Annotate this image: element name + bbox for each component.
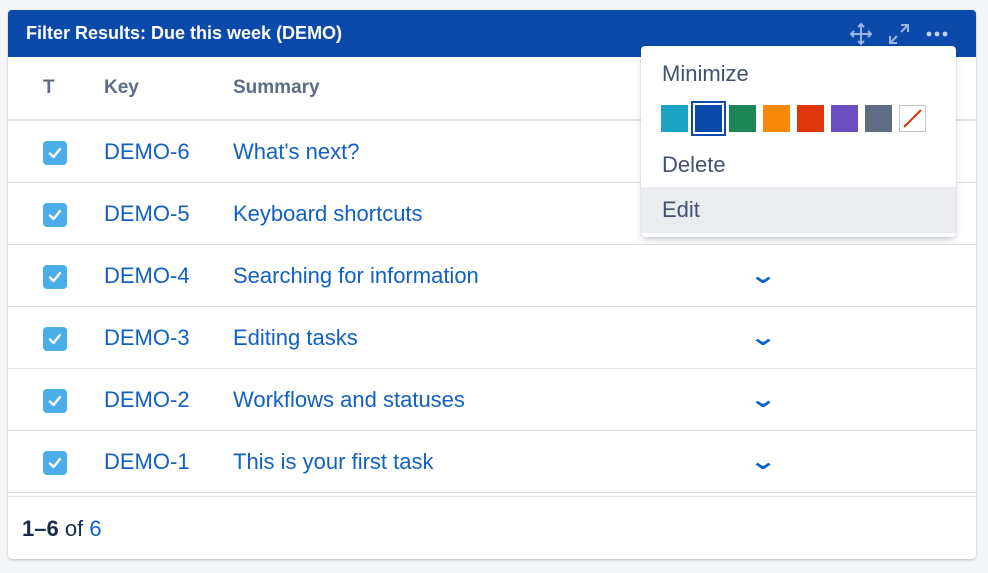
expand-icon[interactable] [886,22,912,46]
task-type-icon[interactable] [43,202,67,227]
task-type-icon[interactable] [43,326,67,351]
color-swatches [661,101,926,136]
column-header-key[interactable]: Key [104,57,233,121]
summary-cell: Workflows and statuses [233,368,753,431]
key-cell: DEMO-4 [104,244,233,307]
type-cell [8,306,104,369]
task-type-icon[interactable] [43,140,67,165]
no-color-icon [903,109,922,128]
issue-summary-link[interactable]: Keyboard shortcuts [233,201,423,226]
color-swatch[interactable] [691,101,726,136]
key-cell: DEMO-1 [104,430,233,493]
issue-summary-link[interactable]: Editing tasks [233,325,358,350]
summary-cell: Editing tasks [233,306,753,369]
key-cell: DEMO-2 [104,368,233,431]
move-icon[interactable] [848,22,874,46]
issue-key-link[interactable]: DEMO-3 [104,325,190,350]
gadget-options-menu: Minimize Delete Edit [641,46,956,237]
color-swatch[interactable] [729,105,756,132]
color-swatch[interactable] [865,105,892,132]
issue-key-link[interactable]: DEMO-5 [104,201,190,226]
type-cell [8,430,104,493]
actions-cell: ⌄ [749,430,976,493]
column-header-type[interactable]: T [8,57,104,121]
issue-summary-link[interactable]: Workflows and statuses [233,387,465,412]
menu-item-minimize[interactable]: Minimize [641,51,956,97]
menu-item-delete[interactable]: Delete [641,142,956,188]
issue-summary-link[interactable]: This is your first task [233,449,433,474]
more-icon[interactable] [924,22,950,46]
pagination-total[interactable]: 6 [89,516,101,542]
gadget-title: Filter Results: Due this week (DEMO) [26,23,343,43]
table-row: DEMO-2 Workflows and statuses ⌄ [8,368,976,431]
table-row: DEMO-4 Searching for information ⌄ [8,244,976,307]
actions-cell: ⌄ [749,306,976,369]
type-cell [8,368,104,431]
table-row: DEMO-3 Editing tasks ⌄ [8,306,976,369]
color-swatch[interactable] [763,105,790,132]
actions-cell: ⌄ [749,368,976,431]
chevron-down-icon[interactable]: ⌄ [749,323,777,352]
chevron-down-icon[interactable]: ⌄ [749,447,777,476]
issue-key-link[interactable]: DEMO-6 [104,139,190,164]
type-cell [8,120,104,183]
key-cell: DEMO-6 [104,120,233,183]
header-actions [848,22,950,46]
type-cell [8,182,104,245]
key-cell: DEMO-5 [104,182,233,245]
issue-summary-link[interactable]: Searching for information [233,263,479,288]
summary-cell: Searching for information [233,244,753,307]
chevron-down-icon[interactable]: ⌄ [749,261,777,290]
pagination-range: 1–6 [22,515,59,541]
type-cell [8,244,104,307]
issue-key-link[interactable]: DEMO-4 [104,263,190,288]
pagination: 1–6 of 6 [8,496,976,559]
task-type-icon[interactable] [43,264,67,289]
key-cell: DEMO-3 [104,306,233,369]
task-type-icon[interactable] [43,388,67,413]
color-swatch[interactable] [661,105,688,132]
issue-key-link[interactable]: DEMO-2 [104,387,190,412]
pagination-of: of [64,515,84,541]
color-swatch[interactable] [797,105,824,132]
color-swatch-none[interactable] [899,105,926,132]
issue-key-link[interactable]: DEMO-1 [104,449,190,474]
chevron-down-icon[interactable]: ⌄ [749,385,777,414]
summary-cell: This is your first task [233,430,753,493]
issue-summary-link[interactable]: What's next? [233,139,359,164]
menu-item-edit[interactable]: Edit [641,187,956,233]
table-row: DEMO-1 This is your first task ⌄ [8,430,976,493]
color-swatch[interactable] [831,105,858,132]
actions-cell: ⌄ [749,244,976,307]
task-type-icon[interactable] [43,450,67,475]
